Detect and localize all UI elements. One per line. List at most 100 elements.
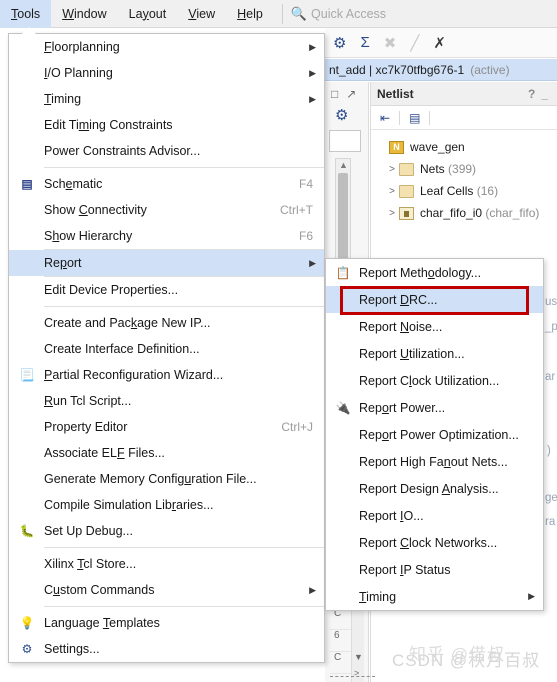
- menu-item-label: Xilinx Tcl Store...: [44, 557, 137, 571]
- menu-item-label: Partial Reconfiguration Wizard...: [44, 368, 224, 382]
- scroll-down-arrow[interactable]: ▼: [354, 652, 363, 662]
- submenu-item-report-design-analysis[interactable]: Report Design Analysis...: [326, 475, 543, 502]
- bulb-icon: 💡: [19, 616, 35, 630]
- menu-item-show-hierarchy[interactable]: Show Hierarchy F6: [9, 223, 324, 249]
- menu-item-label: Create and Package New IP...: [44, 316, 211, 330]
- menu-item-label: Report Design Analysis...: [359, 481, 499, 496]
- menu-item-create-interface-definition[interactable]: Create Interface Definition...: [9, 336, 324, 362]
- module-icon: N: [389, 140, 404, 154]
- menu-item-associate-elf-files[interactable]: Associate ELF Files...: [9, 440, 324, 466]
- menubar-item-view[interactable]: View: [177, 0, 226, 28]
- menu-item-floorplanning[interactable]: Floorplanning ▶: [9, 34, 324, 60]
- submenu-item-report-utilization[interactable]: Report Utilization...: [326, 340, 543, 367]
- collapse-all-icon[interactable]: ⇤: [377, 111, 393, 125]
- menu-item-xilinx-tcl-store[interactable]: Xilinx Tcl Store...: [9, 551, 324, 577]
- netlist-header: Netlist ? _: [371, 82, 557, 106]
- menu-item-label: Custom Commands: [44, 583, 155, 597]
- search-icon: 🔍: [290, 5, 308, 21]
- folder-icon: [399, 162, 414, 176]
- menu-item-schematic[interactable]: ▤ Schematic F4: [9, 171, 324, 197]
- menu-pointer-notch: [22, 27, 36, 34]
- strip-icon-row: □ ↗: [325, 82, 368, 106]
- menu-item-compile-simulation-libraries[interactable]: Compile Simulation Libraries...: [9, 492, 324, 518]
- menu-item-set-up-debug[interactable]: 🐛 Set Up Debug...: [9, 518, 324, 544]
- menu-item-edit-timing-constraints[interactable]: Edit Timing Constraints: [9, 112, 324, 138]
- menu-item-generate-memory-configuration-file[interactable]: Generate Memory Configuration File...: [9, 466, 324, 492]
- menu-item-accelerator: Ctrl+T: [280, 203, 313, 217]
- tree-label: char_fifo_i0: [420, 206, 483, 220]
- submenu-item-report-drc[interactable]: Report DRC...: [326, 286, 543, 313]
- more-icon[interactable]: _: [538, 87, 551, 101]
- menu-item-show-connectivity[interactable]: Show Connectivity Ctrl+T: [9, 197, 324, 223]
- menubar-item-tools[interactable]: Tools: [0, 0, 52, 28]
- help-icon[interactable]: ?: [525, 87, 538, 101]
- submenu-item-report-clock-networks[interactable]: Report Clock Networks...: [326, 529, 543, 556]
- menu-item-custom-commands[interactable]: Custom Commands ▶: [9, 577, 324, 603]
- submenu-item-report-io[interactable]: Report IO...: [326, 502, 543, 529]
- menu-item-label: Report Noise...: [359, 319, 443, 334]
- methodology-icon: 📋: [335, 265, 351, 280]
- menu-item-power-constraints-advisor[interactable]: Power Constraints Advisor...: [9, 138, 324, 164]
- submenu-item-report-power-optimization[interactable]: Report Power Optimization...: [326, 421, 543, 448]
- menu-separator: [44, 306, 324, 307]
- quick-access-search[interactable]: 🔍 Quick Access: [291, 6, 386, 22]
- tree-count: (16): [476, 184, 499, 198]
- ghost-text: ra: [545, 516, 556, 528]
- menu-item-label: Report Power Optimization...: [359, 427, 519, 442]
- strip-gear-icon[interactable]: ⚙: [325, 106, 368, 124]
- screenshot-root: Tools Window Layout View Help 🔍 Quick Ac…: [0, 0, 557, 682]
- submenu-item-report-clock-utilization[interactable]: Report Clock Utilization...: [326, 367, 543, 394]
- menubar-item-help[interactable]: Help: [226, 0, 274, 28]
- tree-expander[interactable]: >: [385, 164, 399, 175]
- gear-icon[interactable]: ⚙: [333, 34, 346, 52]
- submenu-item-report-methodology[interactable]: 📋 Report Methodology...: [326, 259, 543, 286]
- chip-icon: [399, 206, 414, 220]
- menu-item-label: Compile Simulation Libraries...: [44, 498, 214, 512]
- sigma-icon[interactable]: Σ: [360, 34, 369, 51]
- submenu-item-timing[interactable]: Timing ▶: [326, 583, 543, 610]
- report-submenu: 📋 Report Methodology... Report DRC... Re…: [325, 258, 544, 611]
- tree-expander[interactable]: >: [385, 186, 399, 197]
- submenu-item-report-high-fanout-nets[interactable]: Report High Fanout Nets...: [326, 448, 543, 475]
- submenu-item-report-power[interactable]: 🔌 Report Power...: [326, 394, 543, 421]
- ip-package-icon: 📃: [19, 368, 35, 382]
- submenu-item-report-ip-status[interactable]: Report IP Status: [326, 556, 543, 583]
- tree-row-wave-gen[interactable]: N wave_gen: [375, 136, 557, 158]
- scroll-up-arrow[interactable]: ▲: [339, 160, 348, 170]
- menubar-item-window[interactable]: Window: [51, 0, 117, 28]
- chevron-right-icon: ▶: [309, 93, 316, 104]
- menu-bar: Tools Window Layout View Help 🔍 Quick Ac…: [0, 0, 557, 28]
- menu-item-io-planning[interactable]: I/O Planning ▶: [9, 60, 324, 86]
- chevron-right-icon: ▶: [528, 591, 535, 601]
- ghost-text: ge: [545, 492, 557, 504]
- menu-item-edit-device-properties[interactable]: Edit Device Properties...: [9, 277, 324, 303]
- scrollbar-thumb[interactable]: [338, 173, 348, 263]
- bottom-scrollbar[interactable]: ▼ >: [351, 608, 364, 682]
- menu-item-label: Show Hierarchy: [44, 229, 133, 243]
- menu-item-create-package-new-ip[interactable]: Create and Package New IP...: [9, 310, 324, 336]
- menu-item-report[interactable]: Report ▶: [9, 250, 324, 276]
- dock-icon[interactable]: □: [331, 87, 338, 101]
- menubar-divider: [281, 3, 283, 24]
- menu-item-timing[interactable]: Timing ▶: [9, 86, 324, 112]
- menu-item-property-editor[interactable]: Property Editor Ctrl+J: [9, 414, 324, 440]
- submenu-item-report-noise[interactable]: Report Noise...: [326, 313, 543, 340]
- tree-row-leaf-cells[interactable]: > Leaf Cells (16): [375, 180, 557, 202]
- menu-separator: [44, 167, 324, 168]
- tree-label: Leaf Cells: [420, 184, 474, 198]
- menu-item-label: Report High Fanout Nets...: [359, 454, 508, 469]
- tree-row-nets[interactable]: > Nets (399): [375, 158, 557, 180]
- schematic-icon[interactable]: ▤: [406, 111, 423, 125]
- clear-marks-icon[interactable]: ✗: [433, 34, 446, 52]
- chevron-right-icon: ▶: [309, 67, 316, 78]
- float-icon[interactable]: ↗: [346, 87, 356, 101]
- menu-item-settings[interactable]: ⚙ Settings...: [9, 636, 324, 662]
- menu-item-run-tcl-script[interactable]: Run Tcl Script...: [9, 388, 324, 414]
- menu-item-partial-reconfiguration-wizard[interactable]: 📃 Partial Reconfiguration Wizard...: [9, 362, 324, 388]
- quick-access-placeholder: Quick Access: [311, 6, 387, 21]
- tree-row-char-fifo[interactable]: > char_fifo_i0 (char_fifo): [375, 202, 557, 224]
- menubar-item-layout[interactable]: Layout: [118, 0, 178, 28]
- tree-expander[interactable]: >: [385, 208, 399, 219]
- menu-item-language-templates[interactable]: 💡 Language Templates: [9, 610, 324, 636]
- tree-type: (char_fifo): [485, 206, 540, 220]
